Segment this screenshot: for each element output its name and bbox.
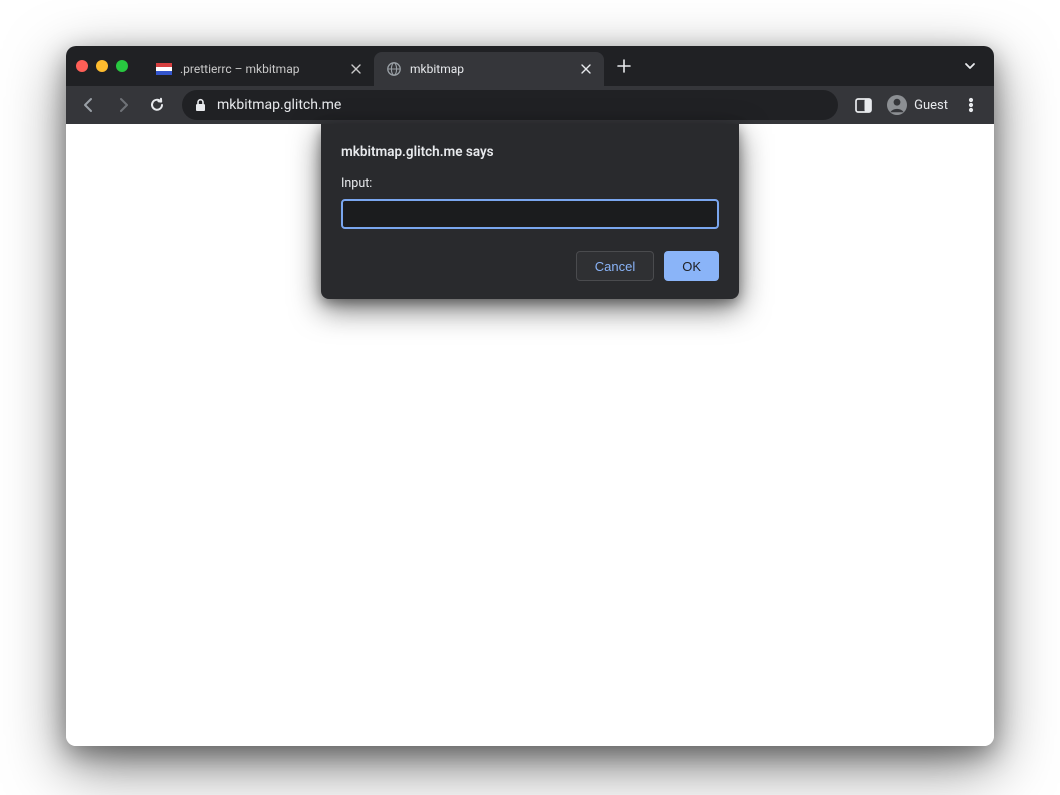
address-bar[interactable]: mkbitmap.glitch.me [182, 90, 838, 120]
cancel-button[interactable]: Cancel [576, 251, 654, 281]
glitch-favicon-icon [156, 61, 172, 77]
tabs: .prettierrc – mkbitmap mkbitmap [144, 46, 604, 86]
window-maximize-button[interactable] [116, 60, 128, 72]
js-prompt-dialog: mkbitmap.glitch.me says Input: Cancel OK [321, 124, 739, 299]
close-icon[interactable] [578, 61, 594, 77]
dialog-input[interactable] [341, 199, 719, 229]
forward-button[interactable] [108, 90, 138, 120]
window-controls [76, 60, 128, 72]
tab-strip: .prettierrc – mkbitmap mkbitmap [66, 46, 994, 86]
dialog-label: Input: [341, 176, 719, 191]
person-icon [886, 94, 908, 116]
menu-button[interactable] [956, 90, 986, 120]
back-button[interactable] [74, 90, 104, 120]
window-close-button[interactable] [76, 60, 88, 72]
reload-button[interactable] [142, 90, 172, 120]
dialog-buttons: Cancel OK [341, 251, 719, 281]
page-content: mkbitmap.glitch.me says Input: Cancel OK [66, 124, 994, 746]
tab-active-1[interactable]: mkbitmap [374, 52, 604, 86]
sidepanel-button[interactable] [848, 90, 878, 120]
dialog-title: mkbitmap.glitch.me says [341, 144, 719, 160]
tab-title: mkbitmap [410, 62, 578, 76]
browser-window: .prettierrc – mkbitmap mkbitmap [66, 46, 994, 746]
tab-inactive-0[interactable]: .prettierrc – mkbitmap [144, 52, 374, 86]
profile-guest-button[interactable]: Guest [882, 92, 952, 118]
close-icon[interactable] [348, 61, 364, 77]
kebab-icon [963, 97, 979, 113]
chevron-down-icon[interactable] [956, 52, 984, 80]
toolbar: mkbitmap.glitch.me Guest [66, 86, 994, 124]
tab-title: .prettierrc – mkbitmap [180, 62, 348, 76]
guest-label: Guest [914, 98, 948, 113]
new-tab-button[interactable] [610, 52, 638, 80]
lock-icon [194, 98, 207, 112]
ok-button[interactable]: OK [664, 251, 719, 281]
globe-favicon-icon [386, 61, 402, 77]
toolbar-right: Guest [848, 90, 986, 120]
url-text: mkbitmap.glitch.me [217, 97, 826, 113]
window-minimize-button[interactable] [96, 60, 108, 72]
